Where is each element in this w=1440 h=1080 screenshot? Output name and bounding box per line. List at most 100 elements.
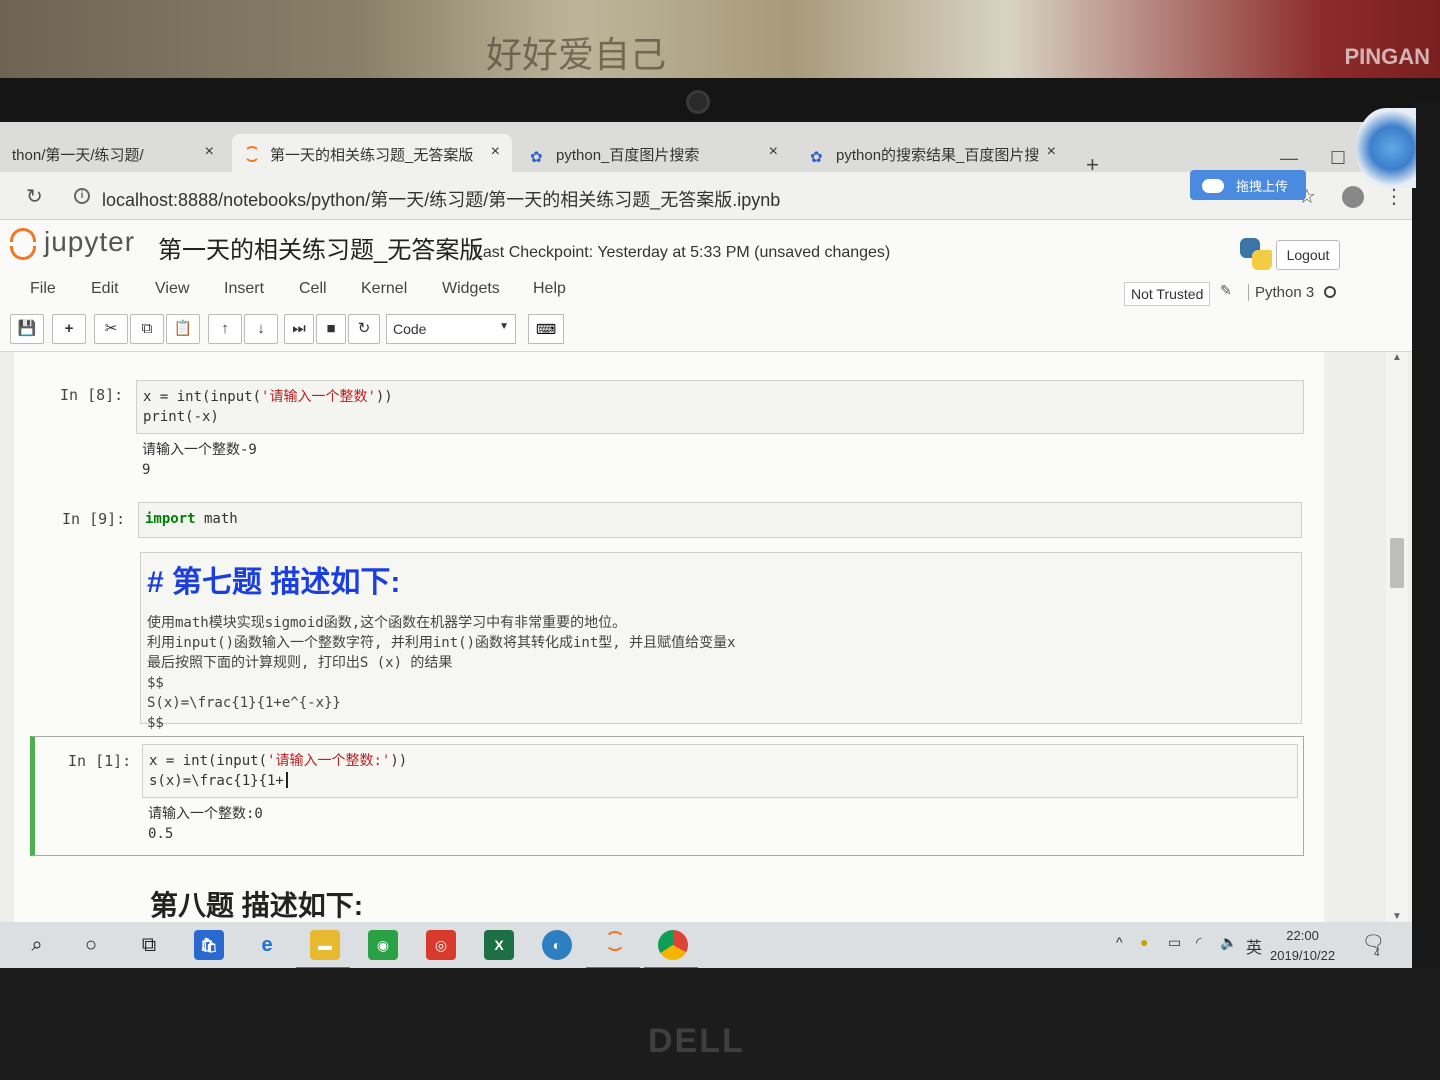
stop-icon[interactable]: ■ [316,314,346,344]
wifi-icon[interactable]: ◜ [1196,934,1201,951]
markdown-heading-next: 第八题 描述如下: [150,890,364,921]
baidu-paw-icon: ✿ [810,149,823,166]
paste-icon[interactable]: 📋 [166,314,200,344]
cloud-icon [1202,179,1224,193]
battery-icon[interactable]: ▭ [1168,934,1181,951]
chrome-icon[interactable] [658,930,688,960]
tray-app-icon[interactable]: ● [1140,934,1148,950]
kernel-indicator: Python 3 [1248,284,1337,301]
tab-label: python_百度图片搜索 [556,147,700,164]
reload-icon[interactable]: ↻ [26,184,43,209]
bookshelf-background: 好好爱自己 PINGAN [0,0,1440,90]
minimize-icon[interactable]: — [1280,148,1298,169]
system-clock[interactable]: 22:00 2019/10/22 [1270,926,1335,966]
move-down-icon[interactable]: ↓ [244,314,278,344]
jupyter-header: jupyter 第一天的相关练习题_无答案版 Last Checkpoint: … [0,220,1412,276]
url-field[interactable]: localhost:8888/notebooks/python/第一天/练习题/… [102,186,780,212]
close-icon[interactable]: × [205,143,214,161]
tab-folder[interactable]: thon/第一天/练习题/ × [0,134,226,172]
excel-icon[interactable]: X [484,930,514,960]
dell-logo: DELL [648,1022,745,1060]
scrollbar-thumb[interactable] [1390,538,1404,588]
menu-edit[interactable]: Edit [91,280,119,298]
cell-prompt: In [8]: [60,386,124,404]
store-icon[interactable]: 🛍 [194,930,224,960]
anaconda-navigator-icon[interactable]: ◐ [542,930,572,960]
cortana-icon[interactable]: ○ [76,930,106,960]
jupyter-icon [244,146,260,162]
jupyter-taskbar-icon[interactable] [600,930,630,960]
logout-button[interactable]: Logout [1276,240,1340,270]
photo-stage: 好好爱自己 PINGAN thon/第一天/练习题/ × 第一天的相关练习题_无… [0,0,1440,1080]
notebook-page: In [8]: x = int(input('请输入一个整数')) print(… [14,352,1324,922]
profile-avatar[interactable] [1342,186,1364,208]
clock-date: 2019/10/22 [1270,948,1336,963]
site-info-icon[interactable]: i [74,188,90,204]
edge-icon[interactable]: e [252,930,282,960]
save-icon[interactable]: 💾 [10,314,44,344]
tab-label: python的搜索结果_百度图片搜 [836,147,1040,164]
trust-indicator[interactable]: Not Trusted [1124,282,1211,306]
floating-widget-bird[interactable] [1356,108,1416,188]
edit-mode-pencil-icon: ✎ [1220,282,1232,298]
cell-type-select[interactable]: Code ▼ [386,314,516,344]
close-icon[interactable]: × [491,143,500,161]
menu-file[interactable]: File [30,280,56,298]
code-cell-input[interactable]: x = int(input('请输入一个整数:')) s(x)=\frac{1}… [142,744,1298,798]
volume-icon[interactable]: 🔈 [1220,934,1237,951]
file-explorer-icon[interactable]: ▬ [310,930,340,960]
markdown-heading: # 第七题 描述如下: [147,566,401,599]
jupyter-logo-icon[interactable] [10,228,36,260]
maximize-icon[interactable]: ☐ [1330,148,1346,169]
input-method-indicator[interactable]: 英 [1246,934,1262,958]
code-cell-input[interactable]: x = int(input('请输入一个整数')) print(-x) [136,380,1304,434]
menu-help[interactable]: Help [533,280,566,298]
tab-baidu-image[interactable]: ✿ python_百度图片搜索 × [518,134,790,172]
menu-cell[interactable]: Cell [299,280,327,298]
notebook-scrollbar[interactable]: ▲ ▼ [1386,352,1408,922]
laptop-bezel-bottom: DELL [0,968,1440,1080]
notebook-menubar: File Edit View Insert Cell Kernel Widget… [0,276,1412,310]
copy-icon[interactable]: ⧉ [130,314,164,344]
notebook-area: In [8]: x = int(input('请输入一个整数')) print(… [0,352,1412,922]
notebook-toolbar: 💾 + ✂ ⧉ 📋 ↑ ↓ ⏭ ■ ↻ Code ▼ ⌨ [0,310,1412,352]
close-icon[interactable]: × [1047,143,1056,161]
cell-prompt: In [9]: [62,510,126,528]
cell-output: 请输入一个整数:0 0.5 [148,806,263,842]
upload-button[interactable]: 拖拽上传 [1190,170,1306,200]
netease-music-icon[interactable]: ◎ [426,930,456,960]
menu-view[interactable]: View [155,280,189,298]
tab-notebook[interactable]: 第一天的相关练习题_无答案版 × [232,134,512,172]
markdown-cell[interactable]: # 第七题 描述如下: 使用math模块实现sigmoid函数,这个函数在机器学… [140,552,1302,731]
brand-text: PINGAN [1344,44,1430,69]
jupyter-wordmark[interactable]: jupyter [44,226,135,258]
menu-insert[interactable]: Insert [224,280,264,298]
notebook-title[interactable]: 第一天的相关练习题_无答案版 [158,230,483,265]
tab-baidu-results[interactable]: ✿ python的搜索结果_百度图片搜 × [798,134,1068,172]
markdown-body: 使用math模块实现sigmoid函数,这个函数在机器学习中有非常重要的地位。 … [147,615,736,731]
book-spine-text: 好好爱自己 [486,35,667,76]
search-icon[interactable]: ⌕ [22,930,52,960]
wechat-icon[interactable]: ◉ [368,930,398,960]
clock-time: 22:00 [1286,928,1319,943]
code-cell-input[interactable]: import math [138,502,1302,538]
menu-kernel[interactable]: Kernel [361,280,407,298]
scroll-up-icon[interactable]: ▲ [1392,352,1402,363]
cell-output: 请输入一个整数-9 9 [142,442,257,478]
code-line: s(x)=\frac{1}{1+ [149,771,1291,791]
keyboard-icon[interactable]: ⌨ [528,314,564,344]
cut-icon[interactable]: ✂ [94,314,128,344]
tray-expand-icon[interactable]: ^ [1116,934,1123,950]
browser-tabstrip: thon/第一天/练习题/ × 第一天的相关练习题_无答案版 × ✿ python… [0,122,1412,177]
task-view-icon[interactable]: ⧉ [134,930,164,960]
move-up-icon[interactable]: ↑ [208,314,242,344]
baidu-paw-icon: ✿ [530,149,543,166]
code-line: x = int(input('请输入一个整数:')) [149,753,408,769]
run-icon[interactable]: ⏭ [284,314,314,344]
notification-count: 4 [1374,948,1380,959]
menu-widgets[interactable]: Widgets [442,280,500,298]
close-icon[interactable]: × [769,143,778,161]
scroll-down-icon[interactable]: ▼ [1392,911,1402,922]
insert-cell-icon[interactable]: + [52,314,86,344]
restart-icon[interactable]: ↻ [348,314,380,344]
